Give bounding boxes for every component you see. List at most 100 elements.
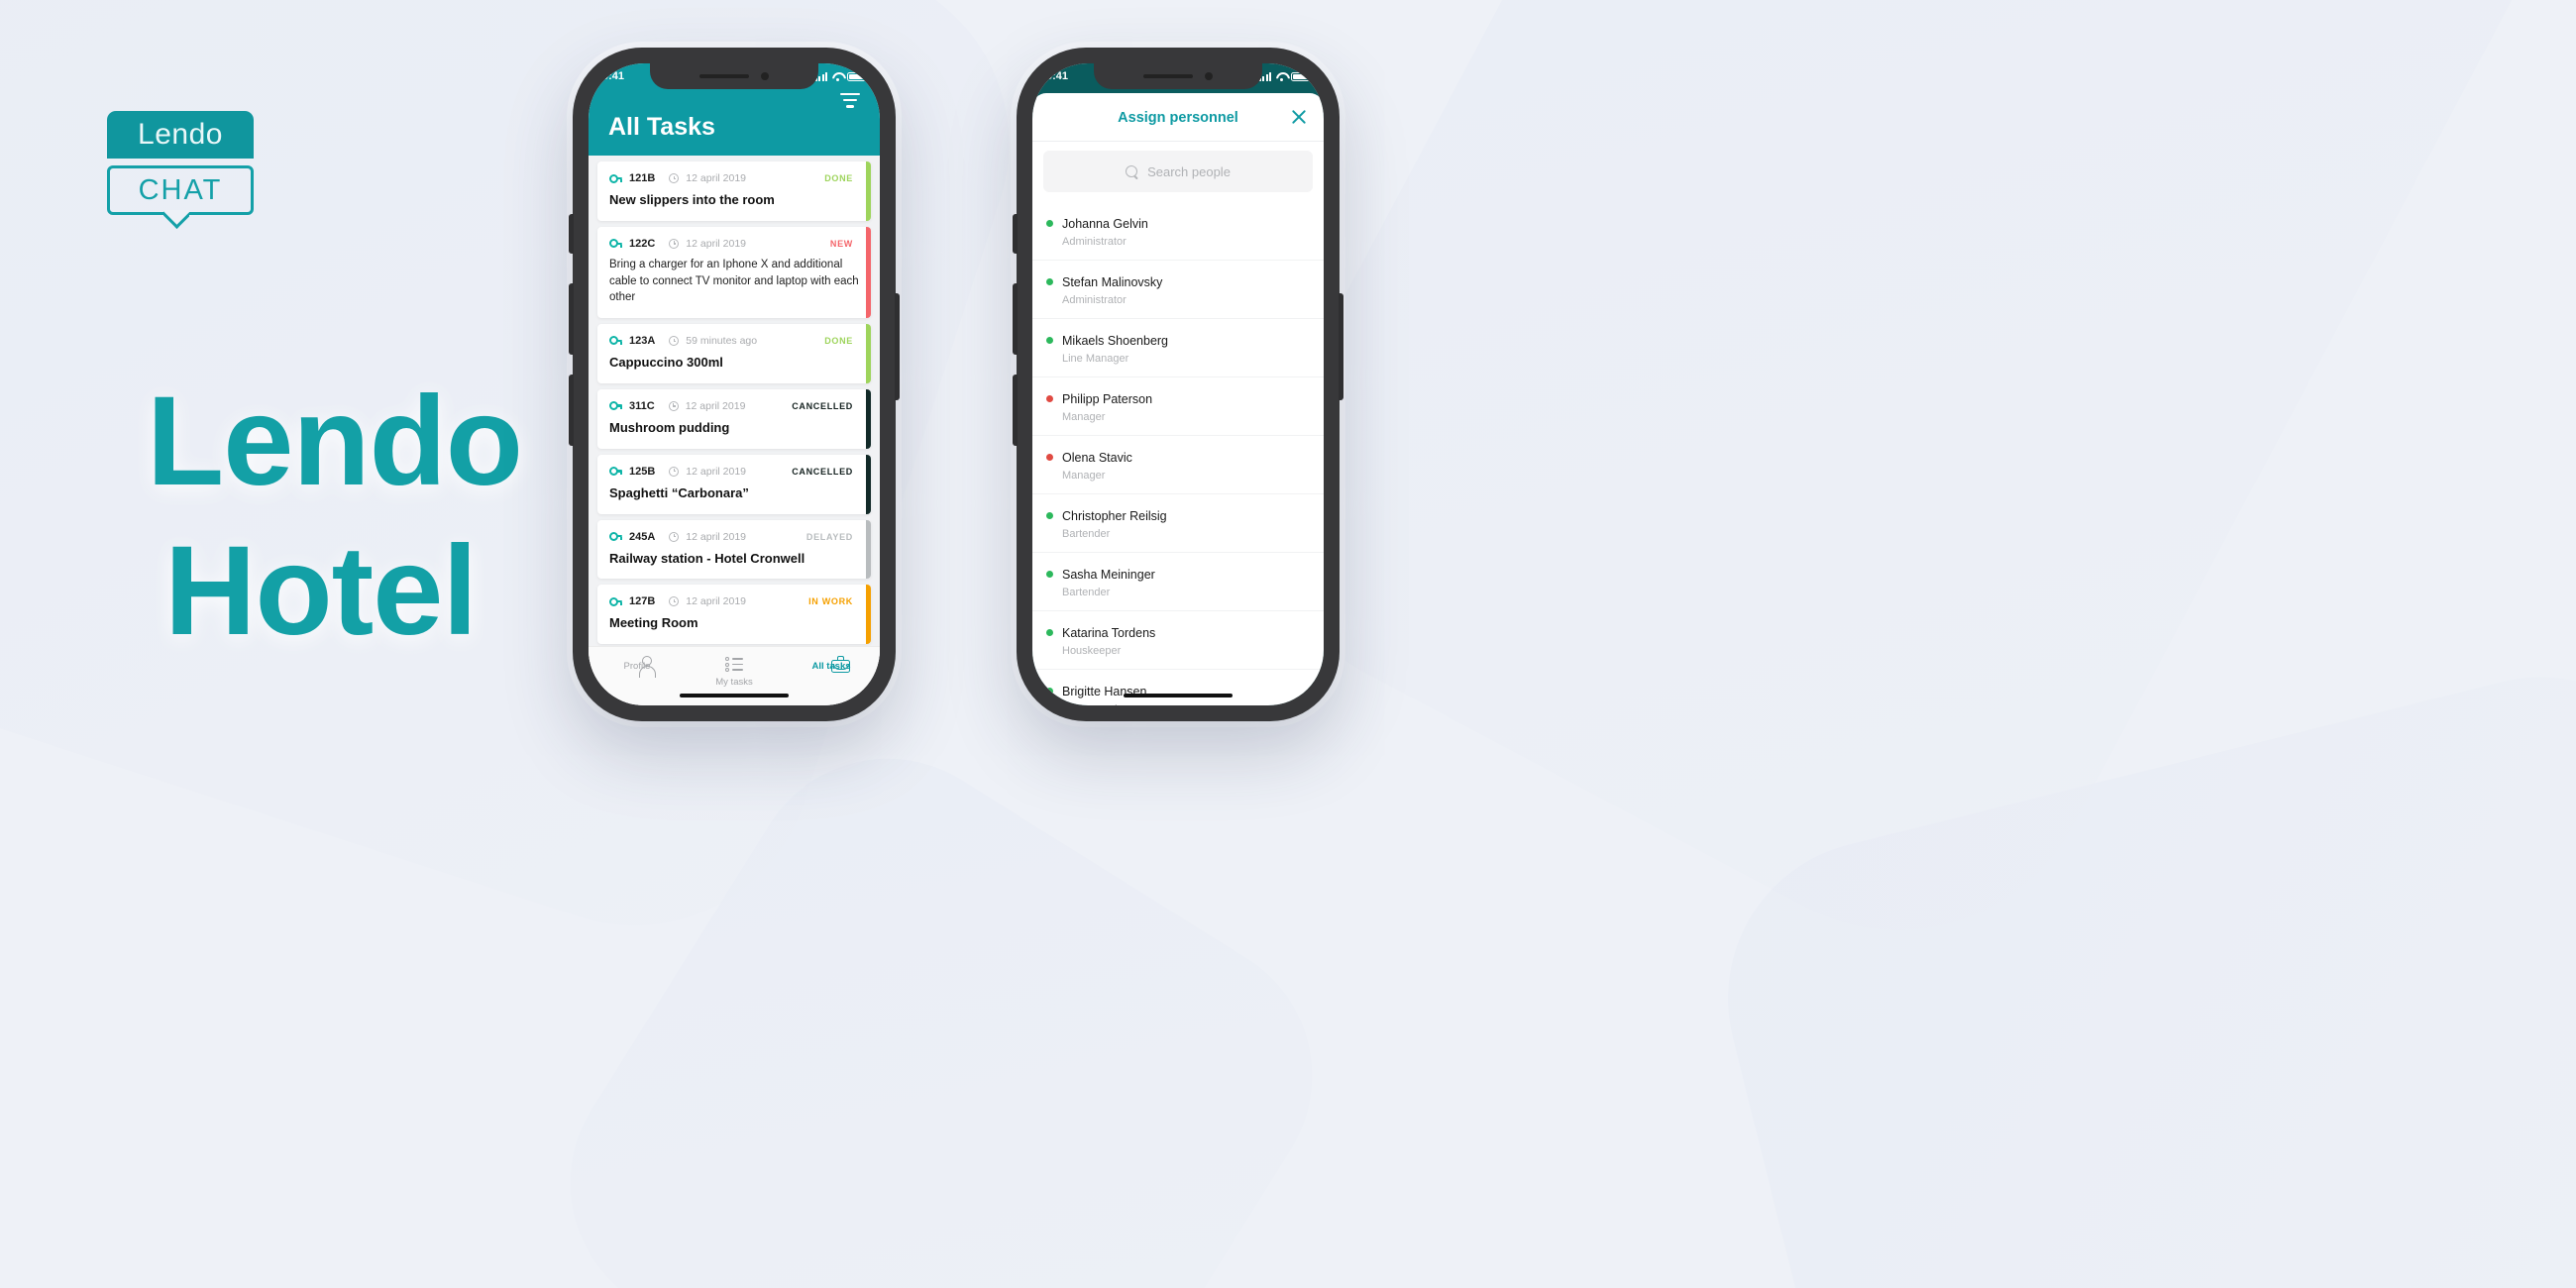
task-card[interactable]: 311C 12 april 2019 CANCELLED Mushroom puddi…	[597, 388, 871, 449]
list-item[interactable]: Philipp Paterson Manager	[1032, 376, 1324, 435]
status-badge: IN WORK	[808, 596, 853, 607]
task-title: Spaghetti “Carbonara”	[609, 484, 749, 500]
status-badge: DONE	[824, 335, 853, 346]
earpiece-speaker	[699, 74, 749, 78]
search-placeholder: Search people	[1147, 163, 1231, 179]
phone-volume-down-button[interactable]	[1013, 375, 1018, 446]
phone-notch	[650, 63, 818, 89]
task-meta: 127B 12 april 2019 IN WORK	[609, 595, 859, 607]
app-header: 9:41 All Tasks	[589, 63, 880, 156]
task-meta: 311C 12 april 2019 CANCELLED	[609, 400, 859, 412]
task-card[interactable]: 245A 12 april 2019 DELAYED Railway station …	[597, 519, 871, 580]
task-title: Mushroom pudding	[609, 419, 730, 435]
task-room-number: 122C	[629, 237, 656, 250]
tab-my-tasks[interactable]: My tasks	[686, 656, 783, 688]
phone-mute-button[interactable]	[569, 214, 574, 254]
speech-bubble-tail-icon	[163, 210, 189, 232]
earpiece-speaker	[1143, 74, 1193, 78]
task-title: Railway station - Hotel Cronwell	[609, 550, 805, 566]
key-icon	[609, 336, 622, 346]
task-meta: 121B 12 april 2019 DONE	[609, 172, 859, 184]
search-icon	[1126, 164, 1138, 178]
task-card[interactable]: 121B 12 april 2019 DONE New slippers into t…	[597, 161, 871, 221]
online-status-dot	[1046, 512, 1053, 519]
list-item[interactable]: Mikaels Shoenberg Line Manager	[1032, 318, 1324, 376]
task-card[interactable]: 122C 12 april 2019 NEW Bring a charger for …	[597, 226, 871, 318]
task-status-bar	[866, 161, 871, 221]
status-bar-icons	[1258, 71, 1312, 81]
list-item[interactable]: Stefan Malinovsky Administrator	[1032, 260, 1324, 318]
list-item[interactable]: Katarina Tordens Houskeeper	[1032, 610, 1324, 669]
person-role: Bartender	[1062, 587, 1111, 598]
list-item[interactable]: Christopher Reilsig Bartender	[1032, 493, 1324, 552]
status-bar-time: 9:41	[1046, 70, 1069, 82]
task-meta: 122C 12 april 2019 NEW	[609, 238, 859, 250]
clock-icon	[669, 466, 680, 477]
person-role: Manager	[1062, 411, 1106, 423]
online-status-dot	[1046, 454, 1053, 461]
person-role: Administrator	[1062, 236, 1127, 248]
person-role: Room service	[1062, 703, 1146, 705]
phone-power-button[interactable]	[1339, 293, 1343, 400]
online-status-dot	[1046, 278, 1053, 285]
person-role: Houskeeper	[1062, 645, 1122, 657]
phone-notch	[1094, 63, 1262, 89]
people-list[interactable]: Johanna Gelvin Administrator Stefan Malino…	[1032, 202, 1324, 705]
task-status-bar	[866, 585, 871, 645]
task-date: 12 april 2019	[686, 172, 747, 184]
list-item[interactable]: Brigitte HansenRoom service	[1032, 669, 1324, 705]
key-icon	[609, 532, 622, 542]
modal-title: Assign personnel	[1118, 110, 1238, 126]
phone-mockup-assign-personnel: 9:41 Assign personnel Search people Joha…	[1013, 48, 1343, 721]
person-role: Administrator	[1062, 294, 1127, 306]
task-date: 12 april 2019	[686, 465, 747, 478]
key-icon	[609, 467, 622, 477]
tab-all-tasks[interactable]: All tasks	[783, 656, 880, 673]
lendo-chat-logo: Lendo CHAT	[107, 111, 254, 215]
front-camera	[1205, 72, 1213, 80]
phone-volume-up-button[interactable]	[1013, 283, 1018, 355]
clock-icon	[669, 173, 680, 183]
close-icon[interactable]	[1290, 108, 1308, 126]
task-card[interactable]: 125B 12 april 2019 CANCELLED Spaghetti “Car…	[597, 454, 871, 514]
modal-header: Assign personnel	[1032, 93, 1324, 142]
person-name: Johanna Gelvin	[1062, 217, 1148, 231]
task-list[interactable]: 121B 12 april 2019 DONE New slippers into t…	[589, 156, 880, 705]
logo-chat-text: CHAT	[138, 173, 223, 206]
tab-label: My tasks	[715, 677, 753, 688]
phone-mockup-all-tasks: 9:41 All Tasks 121B 12 april 2019 DONE New …	[569, 48, 900, 721]
task-status-bar	[866, 519, 871, 580]
person-name: Philipp Paterson	[1062, 392, 1153, 406]
task-date: 12 april 2019	[686, 237, 747, 250]
task-status-bar	[866, 323, 871, 383]
phone-volume-up-button[interactable]	[569, 283, 574, 355]
task-status-bar	[866, 454, 871, 514]
task-card[interactable]: 123A 59 minutes ago DONE Cappuccino 300ml	[597, 323, 871, 383]
person-name: Mikaels Shoenberg	[1062, 334, 1169, 348]
task-room-number: 311C	[629, 399, 655, 412]
list-item[interactable]: Johanna Gelvin Administrator	[1032, 202, 1324, 260]
phone-power-button[interactable]	[895, 293, 900, 400]
wifi-icon	[831, 72, 843, 81]
logo-lendo-text: Lendo	[138, 118, 223, 151]
search-input[interactable]: Search people	[1043, 151, 1313, 192]
online-status-dot	[1046, 395, 1053, 402]
filter-icon[interactable]	[840, 93, 860, 112]
person-role: Bartender	[1062, 528, 1111, 540]
task-title: New slippers into the room	[609, 192, 775, 207]
task-status-bar	[866, 226, 871, 318]
list-item[interactable]: Olena Stavic Manager	[1032, 435, 1324, 493]
status-badge: DONE	[824, 173, 853, 183]
tab-profile[interactable]: Profile	[589, 656, 686, 672]
online-status-dot	[1046, 629, 1053, 636]
task-status-bar	[866, 388, 871, 449]
task-card[interactable]: 127B 12 april 2019 IN WORK Meeting Room	[597, 585, 871, 645]
search-section: Search people	[1032, 142, 1324, 202]
phone-volume-down-button[interactable]	[569, 375, 574, 446]
list-item[interactable]: Sasha Meininger Bartender	[1032, 552, 1324, 610]
clock-icon	[668, 400, 679, 411]
phone-mute-button[interactable]	[1013, 214, 1018, 254]
task-title: Meeting Room	[609, 615, 698, 631]
task-title: Bring a charger for an Iphone X and addi…	[609, 258, 859, 304]
status-bar-icons	[814, 71, 868, 81]
